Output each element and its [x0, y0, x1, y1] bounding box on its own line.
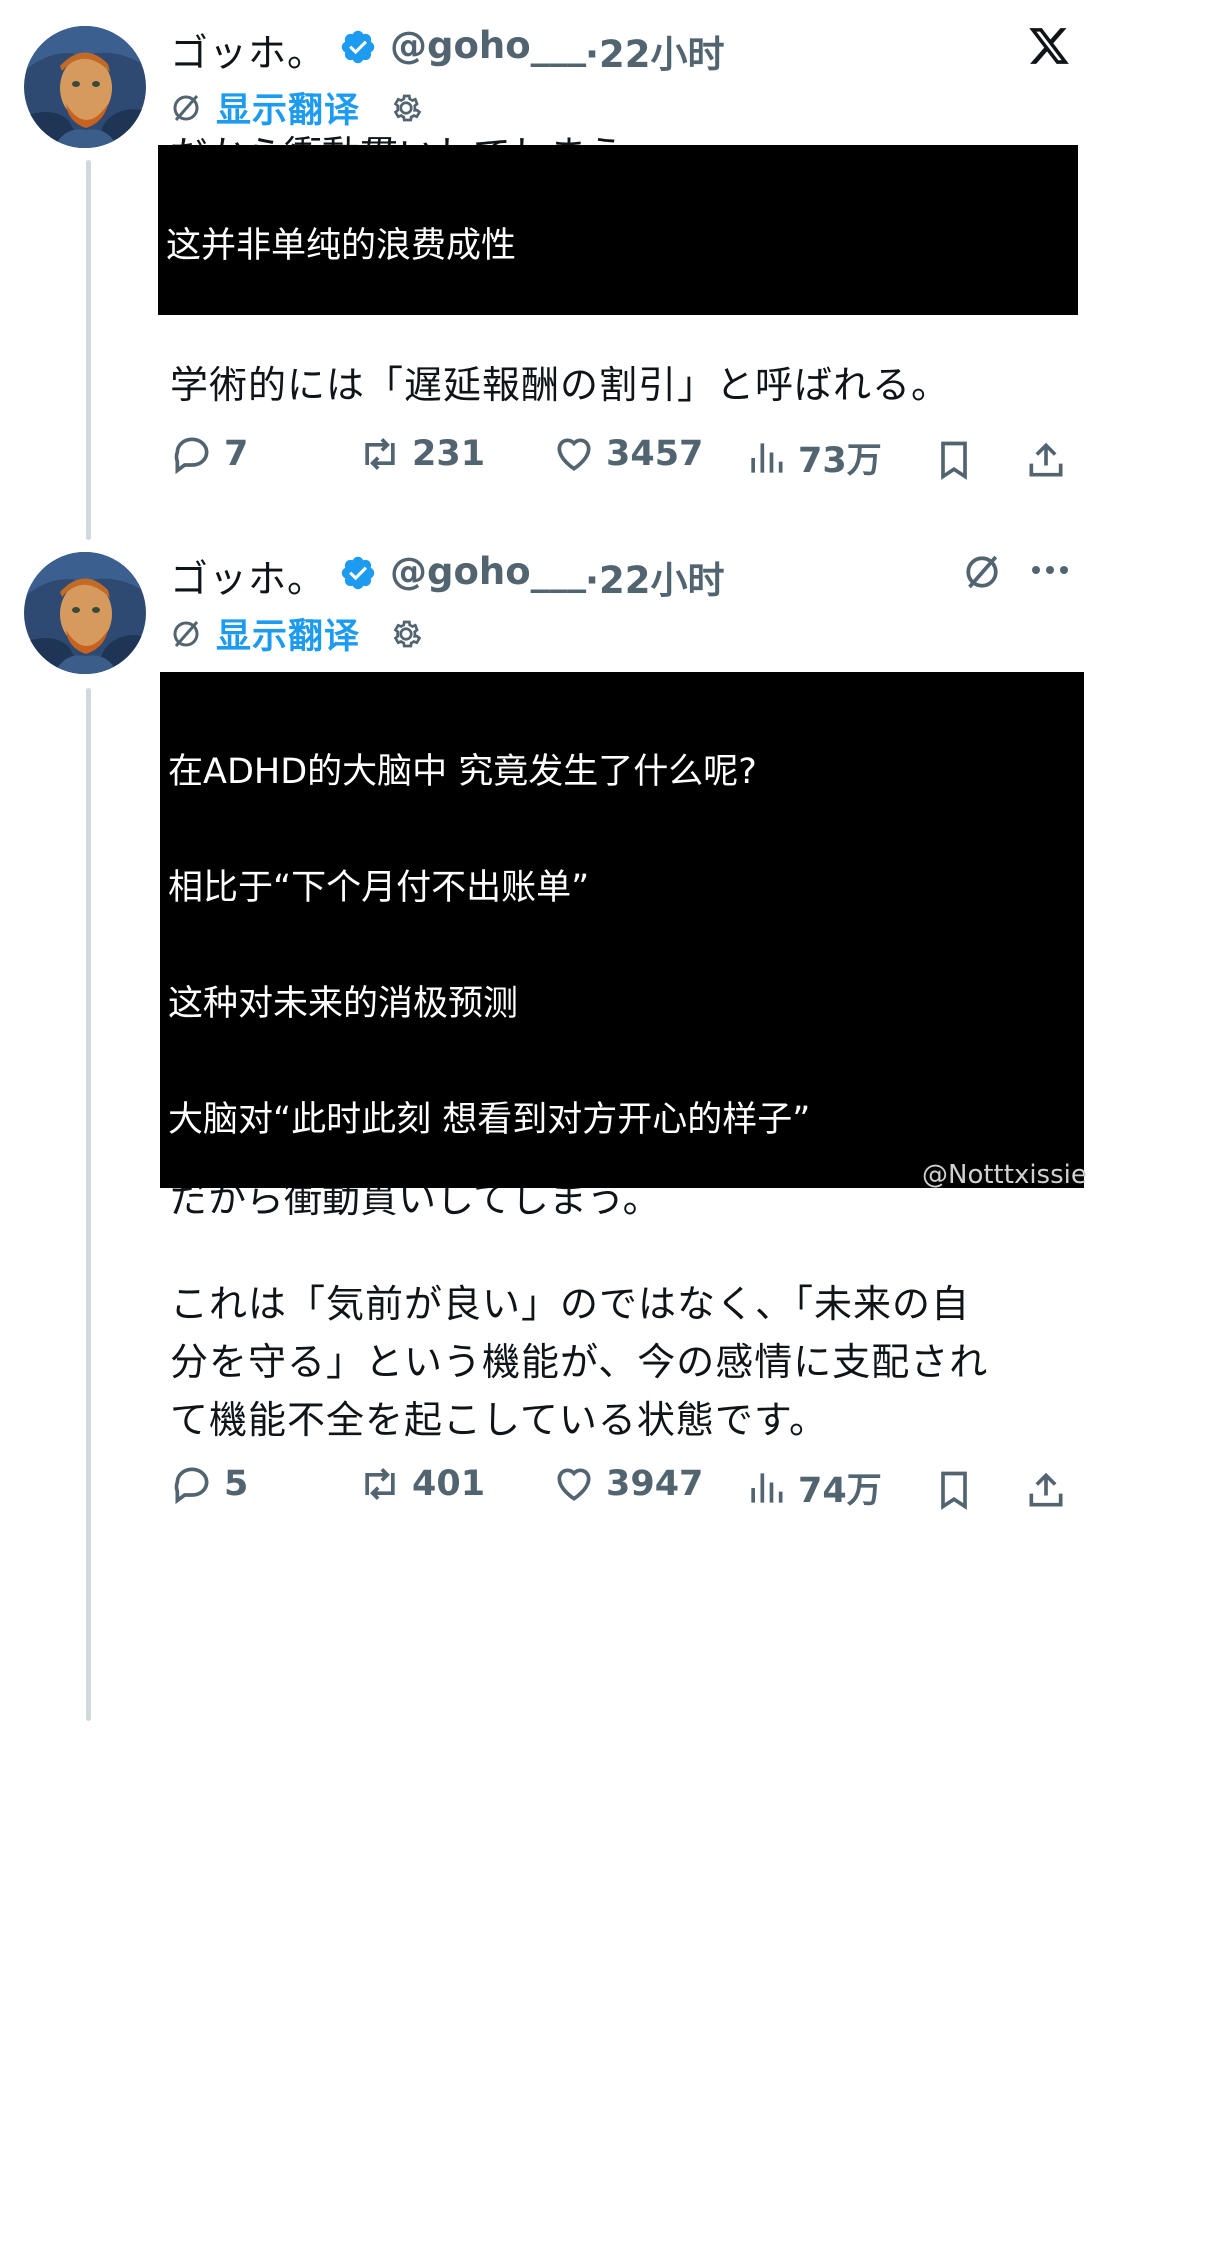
like-count: 3947	[606, 1464, 704, 1504]
post-text-line: 学術的には「遅延報酬の割引」と呼ばれる。	[170, 363, 951, 407]
translate-row: 显示翻译	[170, 608, 424, 659]
overlay-line: 这一眼前的积极情绪	[168, 1215, 484, 1256]
overlay-line: 被当下的情绪所支配	[168, 2025, 484, 2066]
views-count: 73万	[798, 441, 882, 481]
reply-count: 5	[224, 1464, 249, 1504]
original-text-partial: だから衝動貫いしてしまう。	[170, 1188, 661, 1218]
no-translate-icon	[173, 620, 199, 647]
thread-line	[86, 160, 91, 540]
watermark: @Notttxissie	[922, 1160, 1087, 1190]
reply-count: 7	[224, 434, 249, 474]
bookmark-icon[interactable]	[932, 438, 976, 482]
like-count: 3457	[606, 434, 704, 474]
x-logo-icon	[1029, 28, 1069, 64]
action-bar: 7 231 3457 73万	[170, 432, 1070, 492]
repost-icon	[365, 438, 395, 470]
overlay-line: 大脑对“此时此刻 想看到对方开心的样子”	[168, 1099, 811, 1140]
thread-line	[86, 688, 91, 1721]
verified-badge-icon	[341, 556, 375, 590]
reply-button[interactable]: 5	[170, 1462, 248, 1506]
overlay-line: 所以才会冲动购物	[168, 1678, 449, 1719]
heart-icon	[557, 1468, 591, 1501]
views-count: 74万	[798, 1471, 882, 1511]
post-text-line: これは「気前が良い」のではなく、「未来の自	[170, 1282, 971, 1326]
post-text-line: て機能不全を起こしている状態です。	[170, 1398, 829, 1442]
avatar[interactable]	[24, 26, 146, 148]
share-icon[interactable]	[1024, 438, 1068, 482]
repost-count: 401	[412, 1464, 486, 1504]
like-button[interactable]: 3947	[552, 1462, 703, 1506]
views-button[interactable]: 74万	[744, 1462, 882, 1513]
reply-button[interactable]: 7	[170, 432, 248, 476]
author-handle[interactable]: @goho___	[390, 24, 586, 67]
overlay-line: 在ADHD的大脑中 究竟发生了什么呢?	[168, 752, 757, 793]
overlay-line: 所以才会沉迷氪金	[168, 1562, 449, 1603]
bookmark-icon[interactable]	[932, 1468, 976, 1512]
repost-button[interactable]: 231	[358, 432, 485, 476]
show-translation-link[interactable]: 显示翻译	[216, 608, 360, 659]
verified-badge-icon	[341, 30, 375, 64]
original-text-partial: だから衝動貫いしてしまう。	[170, 120, 1070, 146]
action-bar: 5 401 3947 74万	[170, 1462, 1070, 1522]
avatar[interactable]	[24, 552, 146, 674]
repost-icon	[365, 1468, 395, 1500]
translation-overlay: 在ADHD的大脑中 究竟发生了什么呢? 相比于“下个月付不出账单” 这种对未来的…	[160, 672, 1084, 2181]
reply-icon	[174, 437, 209, 475]
heart-icon	[557, 438, 591, 471]
reply-icon	[174, 1467, 209, 1505]
overlay-line: 从而陷入了功能失调的状态	[168, 2141, 589, 2182]
author-handle[interactable]: @goho___	[390, 550, 586, 593]
post-time[interactable]: ·22小时	[585, 550, 725, 604]
views-chart-icon	[751, 442, 783, 473]
share-icon[interactable]	[1024, 1468, 1068, 1512]
author-name[interactable]: ゴッホ。	[170, 22, 326, 77]
overlay-line: 这并非单纯的浪费成性	[166, 226, 517, 266]
translation-overlay: 这并非单纯的浪费成性 而是ADHD大脑所面临的一种结构性问题 低估未来的回报 在…	[158, 145, 1078, 617]
author-name[interactable]: ゴッホ。	[170, 548, 326, 603]
gear-icon[interactable]	[388, 616, 424, 652]
overlay-line: 这种对未来的消极预测	[168, 983, 519, 1024]
views-button[interactable]: 73万	[744, 432, 882, 483]
overlay-line: 这并不是“慷慨大方”	[168, 1794, 485, 1835]
repost-count: 231	[412, 434, 486, 474]
no-translate-icon	[173, 94, 199, 121]
post-time[interactable]: ·22小时	[585, 24, 725, 78]
like-button[interactable]: 3457	[552, 432, 703, 476]
post-text-line: 分を守る」という機能が、今の感情に支配され	[170, 1340, 989, 1384]
overlay-line: 相比于“下个月付不出账单”	[168, 867, 590, 908]
no-translate-icon[interactable]	[962, 552, 1002, 592]
views-chart-icon	[751, 1472, 783, 1503]
more-dots-icon[interactable]	[1028, 560, 1072, 580]
repost-button[interactable]: 401	[358, 1462, 485, 1506]
overlay-line: 而是“保护未来的自己”这一功能	[168, 1910, 660, 1950]
